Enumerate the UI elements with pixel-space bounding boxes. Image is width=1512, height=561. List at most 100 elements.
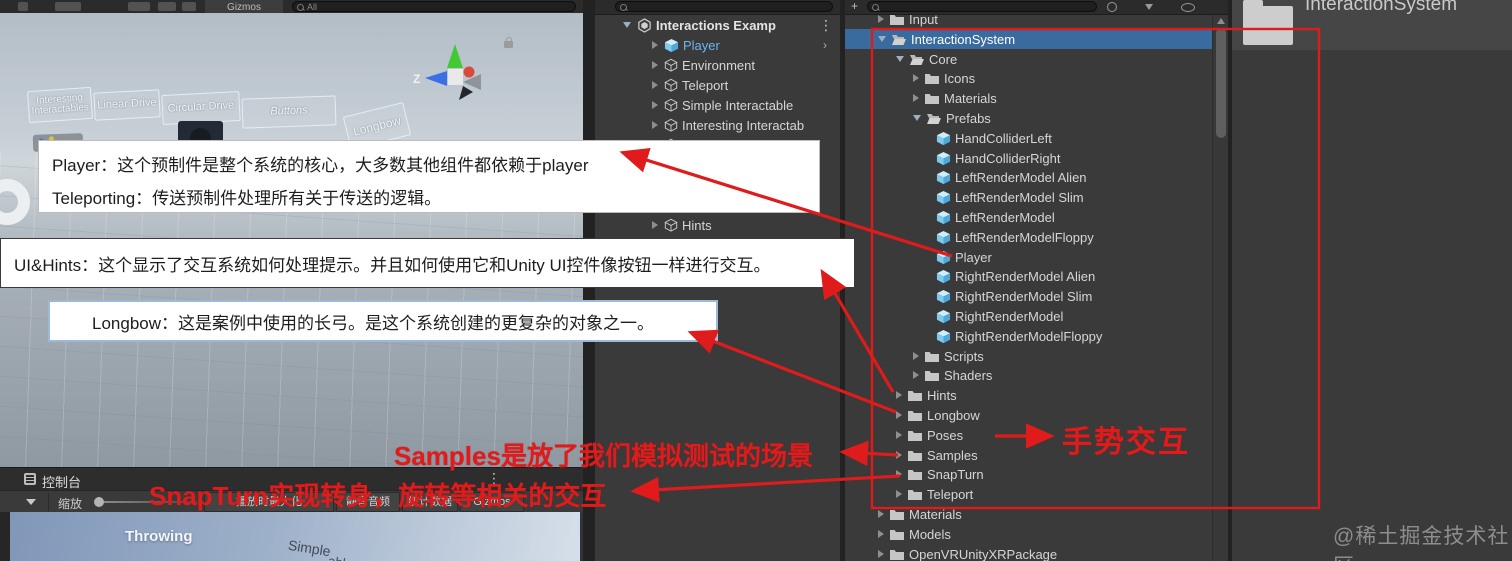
hierarchy-row[interactable]: Teleport [595, 75, 840, 95]
scrollbar-thumb[interactable] [1216, 28, 1226, 138]
foldout-icon[interactable] [913, 74, 919, 82]
scene-label-circular-drive: Circular Drive [161, 90, 241, 126]
dropdown-caret-icon[interactable] [1145, 4, 1153, 10]
project-row[interactable]: HandColliderLeft [845, 128, 1214, 148]
scene-search-value: All [307, 2, 318, 12]
project-row[interactable]: LeftRenderModel Alien [845, 167, 1214, 187]
project-item-label: LeftRenderModelFloppy [955, 229, 1094, 245]
project-row[interactable]: RightRenderModel [845, 306, 1214, 326]
project-item-label: Shaders [944, 367, 993, 383]
display-dropdown-icon[interactable] [26, 499, 36, 505]
foldout-open-icon[interactable] [623, 22, 631, 28]
folder-icon [908, 410, 922, 421]
project-search-input[interactable] [867, 1, 1097, 12]
annotation-text: UI&Hints：这个显示了交互系统如何处理提示。并且如何使用它和Unity U… [14, 255, 771, 275]
scene-search-input[interactable]: All [292, 1, 576, 12]
hierarchy-scene-header[interactable]: Interactions Examp ⋮ [595, 15, 840, 35]
project-row[interactable]: LeftRenderModelFloppy [845, 227, 1214, 247]
foldout-icon[interactable] [652, 61, 658, 69]
scroll-up-icon[interactable] [1217, 18, 1225, 24]
project-topbar: + [845, 0, 1228, 15]
hierarchy-row[interactable]: Environment [595, 55, 840, 75]
scene-title: Interactions Examp [656, 17, 776, 33]
foldout-icon[interactable] [896, 391, 902, 399]
foldout-icon[interactable] [652, 101, 658, 109]
foldout-icon[interactable] [896, 411, 902, 419]
foldout-icon[interactable] [896, 431, 902, 439]
foldout-icon[interactable] [913, 371, 919, 379]
foldout-icon[interactable] [896, 490, 902, 498]
project-row[interactable]: Player [845, 247, 1214, 267]
scene-toolbar: Gizmos All [0, 0, 583, 14]
foldout-icon[interactable] [878, 530, 884, 538]
hierarchy-row[interactable]: Simple Interactable [595, 95, 840, 115]
divider [48, 493, 49, 511]
shaded-mode-icon[interactable] [55, 2, 81, 11]
create-asset-button[interactable]: + [851, 0, 858, 13]
game-view[interactable]: Throwing Simple able [10, 512, 580, 561]
zoom-slider-handle[interactable] [94, 497, 104, 507]
hierarchy-search-input[interactable] [615, 1, 833, 12]
foldout-icon[interactable] [652, 41, 658, 49]
project-row[interactable]: InteractionSystem [845, 29, 1214, 49]
lighting-icon[interactable] [128, 2, 150, 11]
project-row[interactable]: LeftRenderModel Slim [845, 187, 1214, 207]
foldout-icon[interactable] [896, 470, 902, 478]
watermark: @稀土掘金技术社区 [1333, 525, 1510, 561]
project-item-label: OpenVRUnityXRPackage [909, 546, 1058, 561]
audio-icon[interactable] [158, 2, 176, 11]
axis-z-label: Z [413, 72, 420, 86]
prefab-icon [664, 38, 679, 52]
project-row[interactable]: Materials [845, 504, 1214, 524]
project-item-label: Core [929, 51, 958, 67]
big-folder-icon[interactable] [1243, 0, 1293, 45]
hierarchy-row[interactable]: Hints [595, 215, 840, 235]
project-row[interactable]: Models [845, 524, 1214, 544]
project-row[interactable]: Scripts [845, 346, 1214, 366]
tab-console[interactable]: 控制台 [42, 472, 81, 491]
project-row[interactable]: SnapTurn [845, 464, 1214, 484]
project-row[interactable]: Materials [845, 88, 1214, 108]
project-scrollbar[interactable] [1212, 14, 1228, 561]
foldout-icon[interactable] [878, 550, 884, 558]
project-item-label: RightRenderModel Alien [955, 268, 1096, 284]
lock-icon[interactable] [504, 37, 513, 48]
foldout-icon[interactable] [913, 352, 919, 360]
hierarchy-menu-icon[interactable]: ⋮ [819, 17, 833, 34]
foldout-icon[interactable] [896, 451, 902, 459]
gizmos-dropdown[interactable]: Gizmos [205, 0, 283, 13]
gameobject-icon [664, 78, 678, 92]
foldout-icon[interactable] [878, 15, 884, 23]
project-row[interactable]: Shaders [845, 365, 1214, 385]
project-row[interactable]: HandColliderRight [845, 148, 1214, 168]
foldout-icon[interactable] [896, 56, 904, 62]
foldout-icon[interactable] [878, 510, 884, 518]
console-icon [24, 473, 36, 485]
project-row[interactable]: LeftRenderModel [845, 207, 1214, 227]
foldout-icon[interactable] [913, 94, 919, 102]
filter-icon[interactable] [1107, 2, 1117, 12]
project-row[interactable]: Prefabs [845, 108, 1214, 128]
chevron-right-icon[interactable]: › [823, 38, 827, 52]
project-row[interactable]: RightRenderModelFloppy [845, 326, 1214, 346]
hierarchy-row[interactable]: Player › [595, 35, 840, 55]
foldout-icon[interactable] [652, 221, 658, 229]
project-row[interactable]: Core [845, 49, 1214, 69]
eye-icon[interactable] [1181, 3, 1195, 12]
scene-orientation-gizmo[interactable]: Z [413, 38, 505, 110]
project-row[interactable]: RightRenderModel Alien [845, 266, 1214, 286]
foldout-icon[interactable] [878, 36, 886, 42]
project-row[interactable]: OpenVRUnityXRPackage [845, 544, 1214, 561]
project-row[interactable]: Teleport [845, 484, 1214, 504]
camera-icon[interactable] [182, 2, 196, 11]
game-label-simple-tail: able [327, 553, 354, 561]
foldout-icon[interactable] [652, 81, 658, 89]
hierarchy-row[interactable]: Interesting Interactab [595, 115, 840, 135]
tool-icon[interactable] [18, 2, 28, 11]
foldout-icon[interactable] [652, 121, 658, 129]
red-note-samples: Samples是放了我们模拟测试的场景 [394, 441, 813, 471]
project-row[interactable]: RightRenderModel Slim [845, 286, 1214, 306]
foldout-icon[interactable] [913, 115, 921, 121]
project-row[interactable]: Hints [845, 385, 1214, 405]
project-row[interactable]: Icons [845, 68, 1214, 88]
